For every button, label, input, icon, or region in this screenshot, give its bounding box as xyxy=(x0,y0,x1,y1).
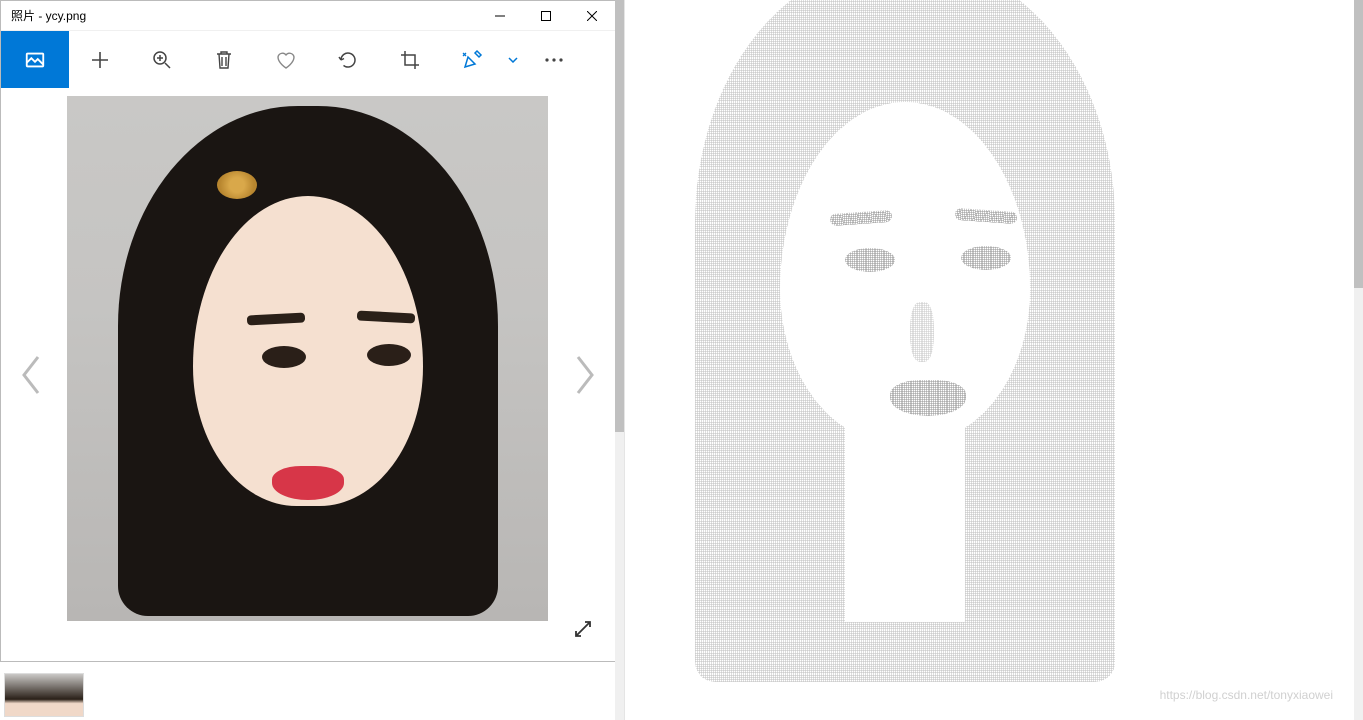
edit-draw-icon xyxy=(461,49,483,71)
rotate-icon xyxy=(338,50,358,70)
window-controls xyxy=(477,1,615,31)
crop-button[interactable] xyxy=(379,31,441,88)
expand-icon xyxy=(573,619,593,639)
zoom-icon xyxy=(152,50,172,70)
photo-collection-icon xyxy=(24,49,46,71)
next-photo-button[interactable] xyxy=(565,345,605,405)
window-title: 照片 - ycy.png xyxy=(1,7,477,24)
right-pane: https://blog.csdn.net/tonyxiaowei xyxy=(625,0,1363,720)
crop-icon xyxy=(400,50,420,70)
minimize-button[interactable] xyxy=(477,1,523,31)
more-icon xyxy=(545,58,563,62)
scrollbar-left[interactable] xyxy=(615,0,624,720)
left-pane: 照片 - ycy.png xyxy=(0,0,625,720)
scrollbar-thumb[interactable] xyxy=(1354,0,1363,288)
close-icon xyxy=(587,11,597,21)
photos-app-window: 照片 - ycy.png xyxy=(0,0,616,662)
edit-button[interactable] xyxy=(441,31,503,88)
chevron-right-icon xyxy=(574,355,596,395)
delete-button[interactable] xyxy=(193,31,255,88)
add-button[interactable] xyxy=(69,31,131,88)
image-viewport[interactable] xyxy=(1,88,615,661)
favorite-button[interactable] xyxy=(255,31,317,88)
displayed-photo xyxy=(67,96,548,621)
watermark: https://blog.csdn.net/tonyxiaowei xyxy=(1160,688,1333,702)
heart-icon xyxy=(276,51,296,69)
fullscreen-button[interactable] xyxy=(569,615,597,643)
close-button[interactable] xyxy=(569,1,615,31)
delete-icon xyxy=(215,50,233,70)
toolbar xyxy=(1,31,615,88)
titlebar: 照片 - ycy.png xyxy=(1,1,615,31)
maximize-icon xyxy=(541,11,551,21)
thumbnail-strip xyxy=(0,670,624,720)
edit-dropdown[interactable] xyxy=(503,57,523,63)
add-icon xyxy=(91,51,109,69)
minimize-icon xyxy=(495,11,505,21)
collection-tab[interactable] xyxy=(1,31,69,88)
ascii-art-output xyxy=(665,2,1145,682)
rotate-button[interactable] xyxy=(317,31,379,88)
chevron-left-icon xyxy=(20,355,42,395)
scrollbar-thumb[interactable] xyxy=(615,0,624,432)
zoom-button[interactable] xyxy=(131,31,193,88)
maximize-button[interactable] xyxy=(523,1,569,31)
prev-photo-button[interactable] xyxy=(11,345,51,405)
scrollbar-right[interactable] xyxy=(1354,0,1363,720)
more-button[interactable] xyxy=(523,31,585,88)
chevron-down-icon xyxy=(508,57,518,63)
thumbnail[interactable] xyxy=(4,673,84,717)
